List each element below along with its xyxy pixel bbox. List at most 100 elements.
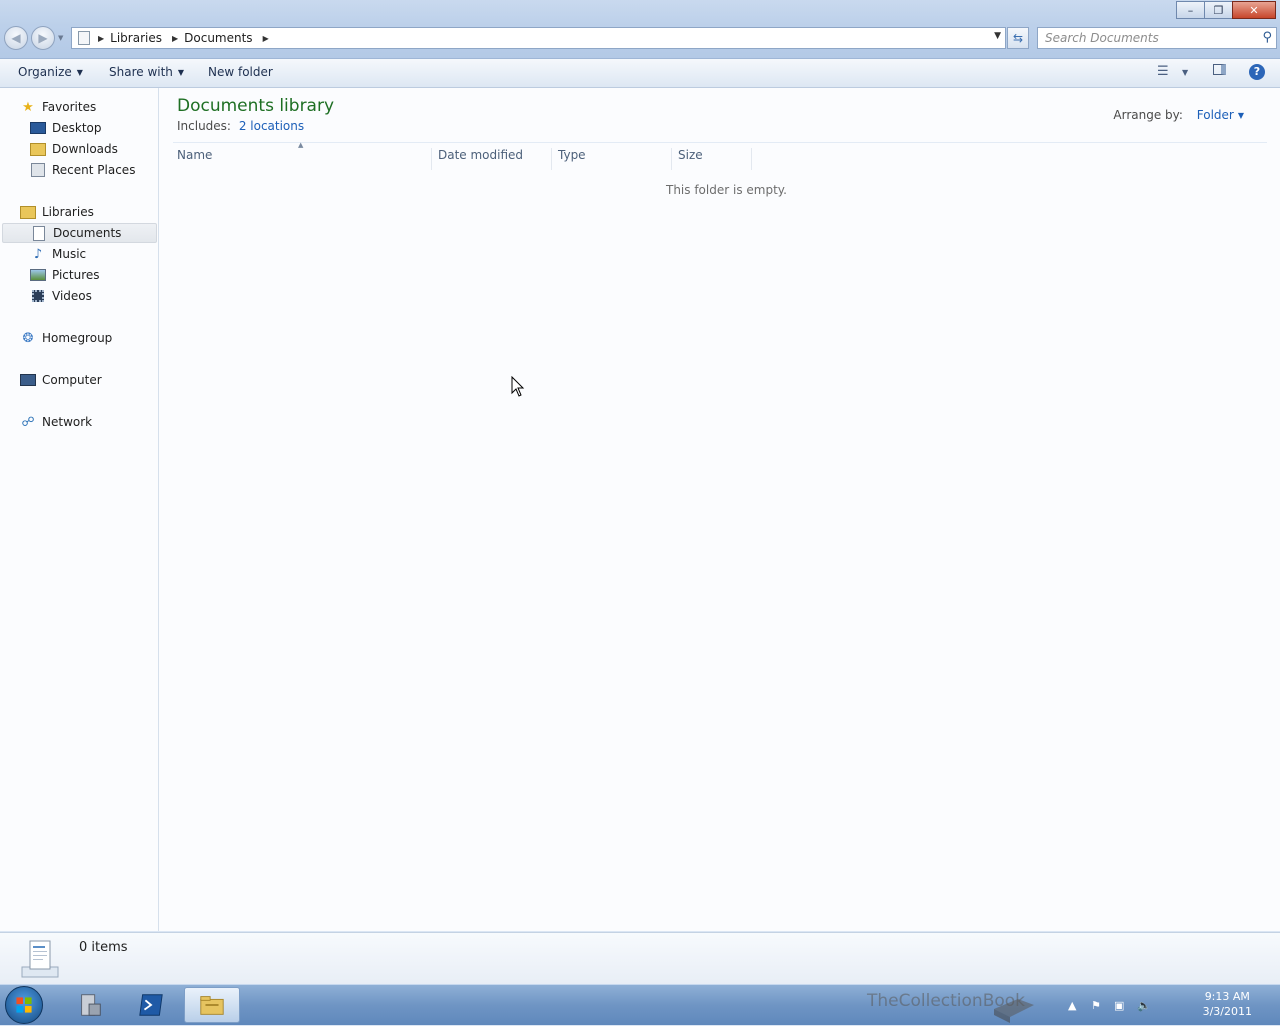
nav-documents[interactable]: Documents — [2, 223, 157, 243]
nav-documents-label: Documents — [53, 226, 122, 240]
documents-icon — [31, 225, 47, 241]
organize-label: Organize — [18, 65, 72, 79]
library-includes: Includes: 2 locations — [177, 119, 304, 133]
nav-computer[interactable]: Computer — [20, 370, 102, 390]
column-header-name[interactable]: Name — [171, 148, 432, 170]
nav-downloads[interactable]: Downloads — [30, 139, 118, 159]
maximize-button[interactable]: ❐ — [1204, 1, 1233, 19]
back-arrow-icon: ◀ — [11, 31, 21, 45]
forward-button[interactable]: ▶ — [31, 26, 55, 50]
arrange-by: Arrange by: Folder ▼ — [1113, 108, 1244, 122]
breadcrumb-separator-icon[interactable]: ▶ — [261, 34, 271, 43]
nav-music-label: Music — [52, 247, 87, 261]
documents-library-icon — [21, 940, 59, 978]
search-placeholder: Search Documents — [1045, 31, 1159, 45]
empty-folder-message: This folder is empty. — [666, 183, 787, 197]
item-count: 0 items — [79, 940, 128, 955]
network-tray-icon[interactable]: ▣ — [1114, 999, 1124, 1012]
share-with-label: Share with — [109, 65, 173, 79]
homegroup-icon: ❂ — [22, 330, 34, 346]
breadcrumb-documents[interactable]: Documents — [180, 31, 260, 45]
recent-pages-dropdown-icon[interactable]: ▼ — [58, 34, 63, 42]
videos-icon — [30, 289, 46, 303]
nav-network[interactable]: ☍ Network — [20, 412, 92, 432]
organize-button[interactable]: Organize ▼ — [18, 65, 83, 79]
star-icon: ★ — [22, 99, 34, 115]
network-icon: ☍ — [21, 414, 35, 430]
minimize-button[interactable]: – — [1176, 1, 1205, 19]
view-options-dropdown-icon[interactable]: ▼ — [1182, 68, 1188, 77]
change-view-button[interactable]: ☰ — [1157, 64, 1169, 79]
nav-favorites[interactable]: ★ Favorites — [20, 97, 96, 117]
nav-recent-places[interactable]: Recent Places — [30, 160, 135, 180]
start-button[interactable] — [5, 986, 43, 1024]
mouse-cursor-icon — [511, 376, 525, 397]
nav-downloads-label: Downloads — [52, 142, 118, 156]
nav-libraries[interactable]: Libraries — [20, 202, 94, 222]
command-bar: Organize ▼ Share with ▼ New folder ☰ ▼ — [0, 59, 1280, 88]
library-title: Documents library — [177, 96, 335, 116]
clock-time: 9:13 AM — [1204, 990, 1250, 1003]
breadcrumb-libraries[interactable]: Libraries — [106, 31, 170, 45]
library-icon — [78, 31, 90, 45]
taskbar-powershell[interactable] — [123, 987, 179, 1023]
taskbar-windows-explorer[interactable] — [184, 987, 240, 1023]
downloads-folder-icon — [30, 142, 46, 156]
arrange-by-dropdown[interactable]: Folder — [1197, 108, 1234, 122]
preview-pane-icon — [1213, 64, 1226, 75]
breadcrumb-separator-icon[interactable]: ▶ — [170, 34, 180, 43]
help-button[interactable]: ? — [1249, 64, 1265, 80]
column-header-size[interactable]: Size — [672, 148, 752, 170]
details-view-icon: ☰ — [1157, 64, 1169, 79]
clock[interactable]: 9:13 AM 3/3/2011 — [1203, 989, 1252, 1019]
refresh-button[interactable]: ⇆ — [1007, 27, 1029, 49]
search-input[interactable]: Search Documents ⚲ — [1037, 27, 1277, 49]
chevron-down-icon[interactable]: ▼ — [1238, 111, 1244, 120]
new-folder-button[interactable]: New folder — [208, 65, 273, 79]
share-with-button[interactable]: Share with ▼ — [109, 65, 184, 79]
column-header-type[interactable]: Type — [552, 148, 672, 170]
notification-area: TheCollectionBook ▲ ⚑ ▣ 🔈 9:13 AM 3/3/20… — [867, 987, 1274, 1023]
nav-recent-places-label: Recent Places — [52, 163, 136, 177]
nav-favorites-label: Favorites — [42, 100, 97, 114]
recent-places-icon — [30, 163, 46, 177]
window-controls: – ❐ ✕ — [1176, 1, 1276, 19]
breadcrumb-separator-icon[interactable]: ▶ — [96, 34, 106, 43]
includes-label: Includes: — [177, 119, 231, 133]
music-icon: ♪ — [33, 246, 43, 262]
nav-desktop-label: Desktop — [52, 121, 102, 135]
volume-muted-icon[interactable]: 🔈 — [1137, 999, 1151, 1012]
nav-homegroup[interactable]: ❂ Homegroup — [20, 328, 113, 348]
close-button[interactable]: ✕ — [1232, 1, 1276, 19]
search-icon[interactable]: ⚲ — [1262, 30, 1272, 45]
server-manager-icon — [81, 994, 101, 1016]
nav-desktop[interactable]: Desktop — [30, 118, 102, 138]
nav-libraries-label: Libraries — [42, 205, 94, 219]
address-bar[interactable]: ▶ Libraries ▶ Documents ▶ ▼ — [71, 27, 1006, 49]
navigation-pane: ★ Favorites Desktop Downloads Recent Pla… — [0, 88, 159, 931]
clock-date: 3/3/2011 — [1202, 1005, 1252, 1018]
column-header-date-modified[interactable]: Date modified — [432, 148, 552, 170]
forward-arrow-icon: ▶ — [38, 31, 48, 45]
powershell-icon — [139, 994, 163, 1016]
includes-locations-link[interactable]: 2 locations — [239, 119, 304, 133]
nav-pictures[interactable]: Pictures — [30, 265, 100, 285]
libraries-icon — [20, 205, 36, 219]
refresh-icon: ⇆ — [1012, 31, 1024, 45]
taskbar: TheCollectionBook ▲ ⚑ ▣ 🔈 9:13 AM 3/3/20… — [0, 984, 1280, 1025]
show-hidden-icons-icon[interactable]: ▲ — [1068, 999, 1076, 1012]
nav-videos[interactable]: Videos — [30, 286, 92, 306]
pictures-icon — [30, 268, 46, 282]
taskbar-server-manager[interactable] — [62, 987, 118, 1023]
desktop-icon — [30, 121, 46, 135]
nav-network-label: Network — [42, 415, 93, 429]
action-center-flag-icon[interactable]: ⚑ — [1091, 999, 1101, 1012]
address-dropdown-icon[interactable]: ▼ — [994, 31, 1001, 41]
back-button[interactable]: ◀ — [4, 26, 28, 50]
file-list-pane: Documents library Includes: 2 locations … — [159, 88, 1280, 931]
nav-music[interactable]: ♪ Music — [30, 244, 86, 264]
preview-pane-button[interactable] — [1213, 64, 1226, 79]
windows-logo-icon — [16, 997, 32, 1013]
nav-videos-label: Videos — [52, 289, 92, 303]
details-pane: 0 items — [0, 932, 1280, 985]
